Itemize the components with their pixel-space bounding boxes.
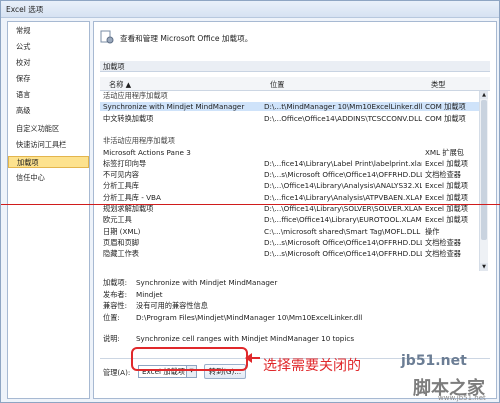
watermark-site: jb51.net (401, 353, 467, 369)
cell-name: 规划求解加载项 (103, 204, 154, 213)
cell-type: Excel 加载项 (425, 215, 468, 225)
cell-type: 文档检查器 (425, 237, 461, 247)
cell-name: 隐藏工作表 (103, 249, 139, 259)
cell-name: 标签打印向导 (103, 158, 147, 168)
cell-name: 分析工具库 (103, 181, 139, 191)
sidebar-item-quick-access-toolbar[interactable]: 快速访问工具栏 (8, 139, 89, 151)
detail-publisher-label: 发布者: (103, 290, 127, 299)
cell-location: D:\...Office\Office14\ADDINS\TCSCCONV.DL… (264, 113, 422, 123)
cell-type: XML 扩展包 (425, 147, 464, 157)
table-row[interactable]: 分析工具库 D:\...\Office14\Library\Analysis\AN… (100, 181, 480, 190)
column-header-location[interactable]: 位置 (270, 80, 284, 90)
table-row[interactable]: Microsoft Actions Pane 3 XML 扩展包 (100, 148, 480, 157)
sidebar-item-customize-ribbon[interactable]: 自定义功能区 (8, 123, 89, 135)
detail-location-label: 位置: (103, 313, 120, 322)
detail-compat-label: 兼容性: (103, 301, 127, 310)
sidebar-item-general[interactable]: 常规 (8, 25, 89, 37)
list-scrollbar[interactable]: ▲ ▼ (479, 91, 488, 271)
cell-name: 不可见内容 (103, 170, 139, 180)
table-row[interactable]: 页眉和页脚 D:\...s\Microsoft Office\Office14\O… (100, 238, 480, 247)
cell-location: D:\...s\Microsoft Office\Office14\OFFRHD… (264, 170, 422, 180)
cell-location: D:\...fice14\Library\Label Print\labelpr… (264, 158, 422, 168)
cell-type: 操作 (425, 226, 440, 236)
cell-location: D:\...s\Microsoft Office\Office14\OFFRHD… (264, 249, 422, 259)
cell-type: Excel 加载项 (425, 192, 468, 202)
annotation-text: 选择需要关闭的 (263, 358, 361, 374)
cell-type: Excel 加载项 (425, 204, 468, 213)
cell-name: 日期 (XML) (103, 226, 141, 236)
table-row[interactable]: Synchronize with Mindjet MindManager D:\.… (100, 102, 480, 112)
table-row[interactable]: 分析工具库 - VBA D:\...fice14\Library\Analysis… (100, 193, 480, 202)
table-group-header: 活动应用程序加载项 (100, 91, 480, 100)
table-row[interactable]: 隐藏工作表 D:\...s\Microsoft Office\Office14\O… (100, 249, 480, 258)
sidebar-item-addins[interactable]: 加载项 (8, 156, 89, 168)
sidebar: 常规 公式 校对 保存 语言 高级 自定义功能区 快速访问工具栏 加载项 信任中… (7, 21, 90, 399)
column-header-name[interactable]: 名称 ▲ (109, 80, 131, 90)
cell-location: D:\...fice14\Library\Analysis\ATPVBAEN.X… (264, 192, 422, 202)
cell-name: Synchronize with Mindjet MindManager (103, 102, 245, 112)
cell-type: COM 加载项 (425, 113, 466, 123)
table-row[interactable]: 欧元工具 D:\...ffice\Office14\Library\EUROTOO… (100, 215, 480, 224)
table-row[interactable]: 不可见内容 D:\...s\Microsoft Office\Office14\O… (100, 170, 480, 179)
detail-description-label: 说明: (103, 334, 120, 343)
addins-panel: 查看和管理 Microsoft Office 加载项。 加载项 名称 ▲ 位置 … (93, 21, 497, 399)
cell-name: 欧元工具 (103, 215, 132, 225)
column-header-type[interactable]: 类型 (431, 80, 445, 90)
sidebar-item-formulas[interactable]: 公式 (8, 41, 89, 53)
cell-name: Microsoft Actions Pane 3 (103, 147, 191, 157)
cell-type: COM 加载项 (425, 102, 466, 112)
cell-location: D:\...\Office14\Library\Analysis\ANALYS3… (264, 181, 422, 191)
sidebar-item-proofing[interactable]: 校对 (8, 57, 89, 69)
table-row[interactable]: 中文转换加载项 D:\...Office\Office14\ADDINS\TCSC… (100, 114, 480, 123)
cell-name: 非活动应用程序加载项 (103, 136, 175, 146)
table-row[interactable]: 日期 (XML) C:\...\microsoft shared\Smart Ta… (100, 227, 480, 236)
detail-description-value: Synchronize cell ranges with Mindjet Min… (136, 334, 355, 343)
cell-location: C:\...\microsoft shared\Smart Tag\MOFL.D… (264, 226, 421, 236)
detail-addin-label: 加载项: (103, 278, 127, 287)
sidebar-item-save[interactable]: 保存 (8, 73, 89, 85)
table-group-header (100, 125, 480, 134)
sidebar-item-advanced[interactable]: 高级 (8, 105, 89, 117)
excel-options-window: Excel 选项 常规 公式 校对 保存 语言 高级 自定义功能区 快速访问工具… (0, 0, 500, 403)
addins-list: 活动应用程序加载项 Synchronize with Mindjet MindMa… (100, 91, 490, 271)
cell-name: 活动应用程序加载项 (103, 91, 168, 100)
addins-gear-icon (100, 30, 114, 44)
cell-type: Excel 加载项 (425, 158, 468, 168)
manage-label: 管理(A): (103, 368, 131, 377)
highlight-box (131, 347, 248, 371)
cell-type: 文档检查器 (425, 249, 461, 259)
cell-location: D:\...ffice\Office14\Library\EUROTOOL.XL… (264, 215, 422, 225)
detail-addin-value: Synchronize with Mindjet MindManager (136, 278, 278, 287)
scroll-down-icon[interactable]: ▼ (480, 263, 488, 271)
cell-location: D:\...\Office14\Library\SOLVER\SOLVER.XL… (264, 204, 422, 213)
arrow-shaft (248, 357, 260, 359)
detail-location-value: D:\Program Files\Mindjet\MindManager 10\… (136, 313, 363, 322)
panel-description: 查看和管理 Microsoft Office 加载项。 (120, 34, 253, 43)
cell-name: 页眉和页脚 (103, 237, 139, 247)
window-title: Excel 选项 (6, 5, 44, 14)
table-group-header: 非活动应用程序加载项 (100, 136, 480, 145)
cell-type: Excel 加载项 (425, 181, 468, 191)
scroll-up-icon[interactable]: ▲ (480, 91, 488, 99)
cell-type: 文档检查器 (425, 170, 461, 180)
watermark-url: www.jb51.net (438, 394, 486, 402)
sidebar-item-trust-center[interactable]: 信任中心 (8, 172, 89, 184)
table-row[interactable]: 标签打印向导 D:\...fice14\Library\Label Print\l… (100, 159, 480, 168)
table-header: 名称 ▲ 位置 类型 (100, 77, 490, 91)
cell-location: D:\...t\MindManager 10\Mm10ExcelLinker.d… (264, 102, 422, 112)
red-line (1, 204, 500, 205)
table-row[interactable]: 规划求解加载项 D:\...\Office14\Library\SOLVER\SO… (100, 204, 480, 213)
sidebar-item-language[interactable]: 语言 (8, 89, 89, 101)
title-bar: Excel 选项 (1, 1, 499, 18)
cell-name: 中文转换加载项 (103, 113, 154, 123)
cell-location: D:\...s\Microsoft Office\Office14\OFFRHD… (264, 237, 422, 247)
cell-name: 分析工具库 - VBA (103, 192, 161, 202)
detail-compat-value: 没有可用的兼容性信息 (136, 301, 208, 310)
section-title: 加载项 (100, 61, 490, 72)
scroll-thumb[interactable] (481, 100, 487, 240)
detail-publisher-value: Mindjet (136, 290, 163, 299)
